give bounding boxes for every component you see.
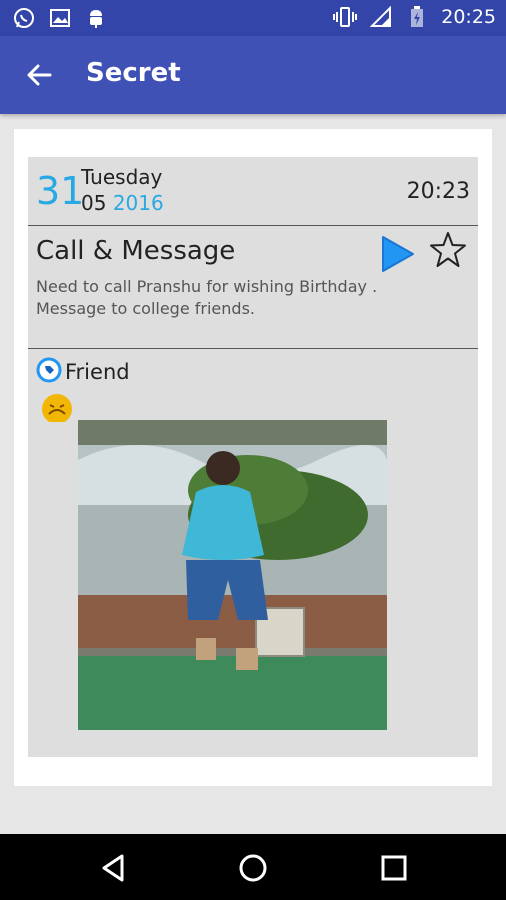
vibrate-icon — [333, 5, 358, 29]
month: 05 — [81, 191, 107, 215]
whatsapp-icon — [12, 6, 36, 30]
gallery-icon — [48, 6, 72, 30]
sad-emoji-icon — [40, 392, 74, 424]
tag-icon — [36, 357, 62, 387]
star-icon[interactable] — [428, 230, 468, 270]
android-debug-icon — [84, 6, 108, 30]
note-entry[interactable]: 31 Tuesday 05 2016 20:23 Call & Message … — [28, 157, 478, 757]
photo-thumbnail[interactable] — [78, 420, 387, 730]
status-time: 20:25 — [441, 6, 496, 28]
status-bar: 20:25 — [0, 0, 506, 36]
navigation-bar — [0, 834, 506, 900]
app-bar: Secret — [0, 36, 506, 114]
note-content: Call & Message Need to call Pranshu for … — [28, 226, 478, 349]
weekday: Tuesday — [81, 165, 163, 189]
battery-charging-icon — [405, 5, 429, 29]
signal-icon — [369, 5, 393, 29]
note-body: Need to call Pranshu for wishing Birthda… — [36, 277, 378, 318]
year: 2016 — [112, 191, 164, 215]
nav-recents-icon[interactable] — [378, 852, 410, 884]
note-title: Call & Message — [36, 236, 236, 266]
month-year: 05 2016 — [81, 191, 164, 215]
date-header: 31 Tuesday 05 2016 20:23 — [28, 157, 478, 226]
play-icon[interactable] — [380, 234, 416, 274]
nav-back-icon[interactable] — [98, 852, 130, 884]
day-number: 31 — [36, 169, 85, 213]
note-time: 20:23 — [406, 179, 470, 204]
tag-row[interactable]: Friend — [36, 357, 130, 387]
tag-label: Friend — [65, 360, 130, 384]
back-arrow-icon[interactable] — [24, 60, 54, 90]
nav-home-icon[interactable] — [237, 852, 269, 884]
page-title: Secret — [86, 58, 181, 88]
